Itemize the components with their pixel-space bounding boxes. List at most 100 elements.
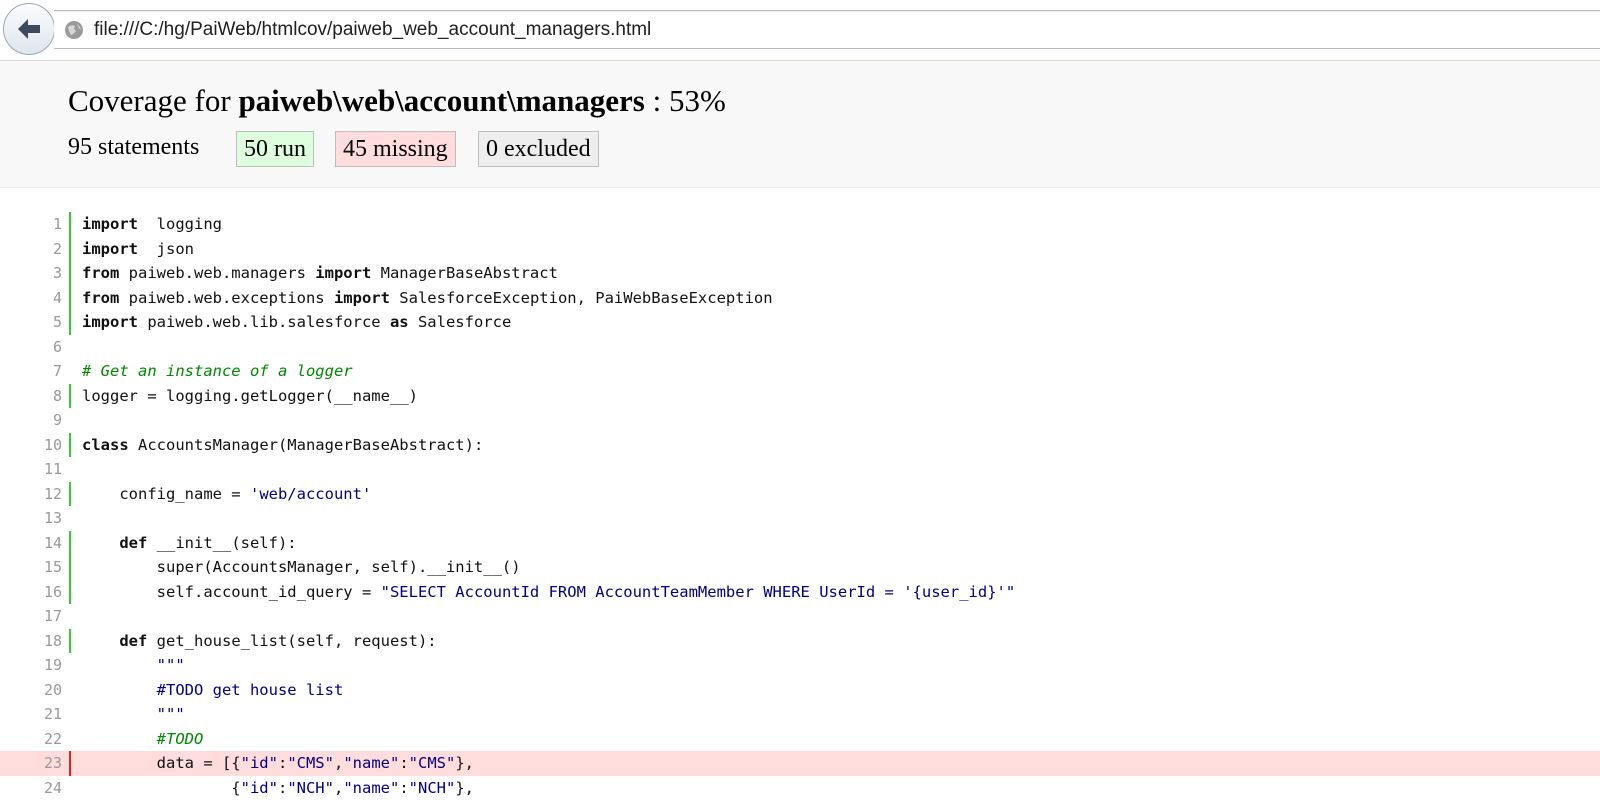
code-token: class	[82, 435, 129, 454]
code-token: get_house_list(self, request):	[147, 631, 437, 650]
source-line: 15 super(AccountsManager, self).__init__…	[0, 555, 1600, 580]
code-text: self.account_id_query = "SELECT AccountI…	[82, 583, 1016, 601]
run-marker	[69, 236, 71, 261]
run-marker	[69, 579, 71, 604]
code-token: :	[277, 778, 288, 797]
gutter	[69, 727, 71, 752]
line-number[interactable]: 14	[20, 534, 62, 552]
line-number[interactable]: 2	[20, 240, 62, 258]
line-number[interactable]: 1	[20, 215, 62, 233]
code-token: #TODO	[82, 729, 204, 748]
line-number[interactable]: 17	[20, 607, 62, 625]
gutter	[69, 457, 71, 482]
line-number[interactable]: 22	[20, 730, 62, 748]
line-number[interactable]: 20	[20, 681, 62, 699]
url-text[interactable]: file:///C:/hg/PaiWeb/htmlcov/paiweb_web_…	[94, 19, 651, 41]
code-token: import	[82, 313, 138, 331]
code-text: """	[82, 705, 185, 723]
line-number[interactable]: 21	[20, 705, 62, 723]
source-line: 19 """	[0, 653, 1600, 678]
code-token: "name"	[343, 754, 400, 772]
code-token: "CMS"	[408, 754, 456, 772]
code-token: logging	[138, 215, 222, 233]
line-number[interactable]: 9	[20, 411, 62, 429]
line-number[interactable]: 19	[20, 656, 62, 674]
code-token: import	[82, 215, 138, 233]
line-number[interactable]: 13	[20, 509, 62, 527]
line-number[interactable]: 15	[20, 558, 62, 576]
code-token: logger = logging.getLogger(__name__)	[82, 386, 418, 405]
source-line: 3 from paiweb.web.managers import Manager…	[0, 261, 1600, 286]
line-number[interactable]: 23	[20, 754, 62, 772]
browser-toolbar: file:///C:/hg/PaiWeb/htmlcov/paiweb_web_…	[0, 0, 1600, 61]
line-number[interactable]: 11	[20, 460, 62, 478]
run-toggle-button[interactable]: 50 run	[236, 131, 314, 167]
code-token: __init__(self):	[147, 533, 297, 552]
line-number[interactable]: 4	[20, 289, 62, 307]
code-token: :	[399, 754, 409, 772]
run-marker	[69, 530, 71, 555]
gutter	[69, 678, 71, 703]
run-marker	[69, 555, 71, 580]
gutter	[69, 702, 71, 727]
gutter	[69, 776, 71, 801]
line-number[interactable]: 3	[20, 264, 62, 282]
line-number[interactable]: 8	[20, 387, 62, 405]
coverage-header: Coverage for paiweb\web\account\managers…	[0, 61, 1600, 188]
run-marker	[69, 383, 71, 408]
run-marker	[69, 261, 71, 286]
coverage-percent: 53%	[669, 83, 726, 118]
code-token: "id"	[240, 754, 278, 772]
address-bar[interactable]: file:///C:/hg/PaiWeb/htmlcov/paiweb_web_…	[54, 10, 1600, 49]
code-token: """	[82, 705, 185, 723]
code-token: config_name =	[82, 484, 250, 503]
source-line: 17	[0, 604, 1600, 629]
code-text: def __init__(self):	[82, 533, 297, 552]
gutter	[69, 359, 71, 384]
code-token: Salesforce	[408, 313, 512, 331]
code-text: #TODO get house list	[82, 681, 344, 699]
source-line: 10 class AccountsManager(ManagerBaseAbstr…	[0, 432, 1600, 457]
line-number[interactable]: 12	[20, 485, 62, 503]
code-token: "NCH"	[287, 778, 334, 797]
run-marker	[69, 310, 71, 335]
code-token: paiweb.web.managers	[119, 264, 316, 282]
missing-toggle-button[interactable]: 45 missing	[335, 131, 456, 167]
line-number[interactable]: 24	[20, 779, 62, 797]
line-number[interactable]: 7	[20, 362, 62, 380]
line-number[interactable]: 18	[20, 632, 62, 650]
source-line: 13	[0, 506, 1600, 531]
gutter	[69, 506, 71, 531]
line-number[interactable]: 5	[20, 313, 62, 331]
back-button[interactable]	[3, 3, 55, 55]
run-marker	[69, 481, 71, 506]
code-token: paiweb.web.exceptions	[119, 288, 334, 307]
code-token: },	[455, 778, 475, 797]
missing-marker	[69, 751, 71, 776]
source-line: 20 #TODO get house list	[0, 678, 1600, 703]
code-token: "id"	[240, 778, 278, 797]
module-name: paiweb\web\account\managers	[238, 83, 645, 118]
code-token: import	[333, 288, 390, 307]
line-number[interactable]: 16	[20, 583, 62, 601]
code-token: data = [{	[82, 754, 241, 772]
code-token: """	[82, 656, 185, 674]
source-line: 18 def get_house_list(self, request):	[0, 628, 1600, 653]
code-text: data = [{"id":"CMS","name":"CMS"},	[82, 754, 474, 772]
code-text: from paiweb.web.managers import ManagerB…	[82, 264, 558, 282]
globe-icon	[65, 21, 83, 39]
code-token: def	[119, 631, 148, 650]
code-token: {	[82, 778, 241, 797]
line-number[interactable]: 6	[20, 338, 62, 356]
source-line: 5 import paiweb.web.lib.salesforce as Sal…	[0, 310, 1600, 335]
code-token: from	[82, 264, 120, 282]
code-token: 'web/account'	[249, 484, 372, 503]
source-line: 6	[0, 335, 1600, 360]
line-number[interactable]: 10	[20, 436, 62, 454]
code-text: import paiweb.web.lib.salesforce as Sale…	[82, 313, 511, 331]
statements-count: 95 statements	[68, 134, 200, 160]
source-line: 14 def __init__(self):	[0, 530, 1600, 555]
gutter	[69, 408, 71, 433]
excluded-toggle-button[interactable]: 0 excluded	[478, 131, 599, 167]
